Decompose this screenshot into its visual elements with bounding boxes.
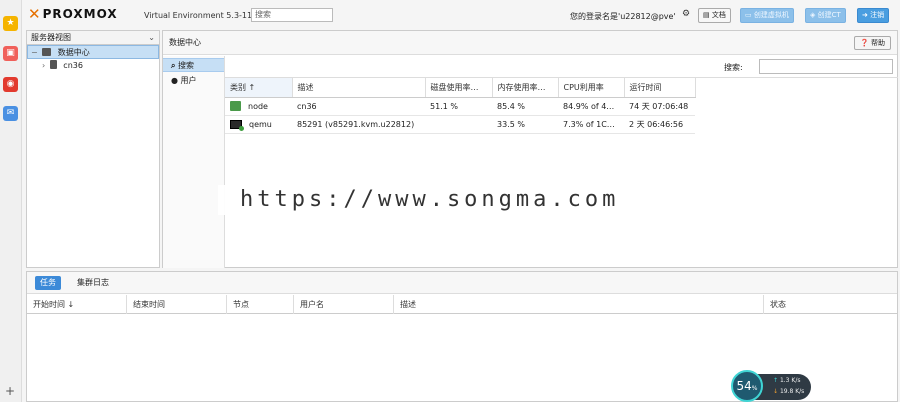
main-panel: 数据中心 ❓ 帮助 ⌕ 搜索 ● 用户 搜索: 类别 ↑ 描述 磁盘使用率… 内… — [162, 30, 898, 268]
search-bar: 搜索: — [225, 56, 898, 78]
column-description[interactable]: 描述 — [292, 78, 426, 98]
cell-cpu: 7.3% of 1C… — [558, 115, 624, 134]
logout-button[interactable]: ➜ 注销 — [857, 8, 890, 23]
usage-unit: % — [751, 385, 758, 392]
cell-type: qemu — [225, 115, 292, 134]
column-disk[interactable]: 磁盘使用率… — [425, 78, 493, 98]
tree-item-node-label: cn36 — [63, 61, 83, 70]
column-username[interactable]: 用户名 — [294, 295, 394, 314]
nav-users[interactable]: ● 用户 — [163, 74, 224, 88]
cell-type-text: node — [248, 102, 268, 111]
datacenter-icon — [42, 48, 52, 56]
top-bar: ✕ PROXMOX Virtual Environment 5.3-11 搜索 … — [24, 4, 898, 26]
cell-type: node — [225, 97, 292, 116]
column-start-time[interactable]: 开始时间 ↓ — [27, 295, 127, 314]
panel-header: 数据中心 ❓ 帮助 — [163, 31, 897, 55]
search-icon: ⌕ — [171, 61, 176, 70]
cell-memory: 85.4 % — [492, 97, 558, 116]
task-table-header: 开始时间 ↓ 结束时间 节点 用户名 描述 状态 — [27, 295, 897, 314]
chevron-down-icon[interactable]: ⌄ — [148, 31, 155, 45]
resource-tree: 服务器视图 ⌄ − 数据中心 › cn36 — [26, 30, 160, 268]
column-cpu[interactable]: CPU利用率 — [558, 78, 625, 98]
proxmox-x-icon: ✕ — [28, 5, 41, 23]
tab-cluster-log[interactable]: 集群日志 — [72, 276, 114, 290]
log-tabs: 任务 集群日志 — [27, 272, 897, 294]
tree-item-datacenter[interactable]: − 数据中心 — [27, 45, 159, 59]
watermark: https://www.songma.com — [218, 185, 672, 215]
node-icon — [230, 101, 241, 111]
cell-memory: 33.5 % — [492, 115, 558, 134]
mail-icon[interactable]: ✉ — [3, 106, 18, 121]
column-uptime[interactable]: 运行时间 — [624, 78, 696, 98]
column-node[interactable]: 节点 — [227, 295, 294, 314]
weibo-icon[interactable]: ◉ — [3, 77, 18, 92]
column-memory[interactable]: 内存使用率… — [492, 78, 559, 98]
tab-tasks[interactable]: 任务 — [35, 276, 61, 290]
cell-type-text: qemu — [249, 119, 272, 129]
create-ct-button[interactable]: ◈ 创建CT — [805, 8, 846, 23]
view-selector[interactable]: 服务器视图 ⌄ — [27, 31, 159, 45]
download-speed: ↓ 19.8 K/s — [773, 388, 804, 395]
version-label: Virtual Environment 5.3-11 — [144, 11, 253, 20]
column-description[interactable]: 描述 — [394, 295, 764, 314]
usage-percent: 54 — [736, 379, 752, 393]
cell-description: 85291 (v85291.kvm.u22812) — [292, 115, 425, 134]
resource-grid: 类别 ↑ 描述 磁盘使用率… 内存使用率… CPU利用率 运行时间 node c… — [225, 78, 696, 134]
tree-item-datacenter-label: 数据中心 — [57, 48, 90, 57]
upload-arrow-icon: ↑ — [773, 377, 779, 384]
create-ct-label: 创建CT — [817, 11, 841, 19]
cell-description: cn36 — [292, 97, 425, 116]
cell-uptime: 2 天 06:46:56 — [624, 115, 695, 134]
cell-uptime: 74 天 07:06:48 — [624, 97, 695, 116]
vm-monitor-icon — [230, 119, 244, 131]
nav-users-label: 用户 — [180, 76, 197, 85]
cell-cpu: 84.9% of 4… — [558, 97, 624, 116]
column-type[interactable]: 类别 ↑ — [225, 78, 293, 98]
proxmox-logo: ✕ PROXMOX — [28, 5, 118, 23]
gear-icon[interactable]: ⚙ — [682, 9, 690, 19]
docs-button[interactable]: ▤ 文档 — [698, 8, 731, 23]
column-status[interactable]: 状态 — [764, 295, 897, 314]
note-icon[interactable]: ▣ — [3, 46, 18, 61]
table-row[interactable]: node cn36 51.1 % 85.4 % 84.9% of 4… 74 天… — [225, 97, 695, 116]
table-row[interactable]: qemu 85291 (v85291.kvm.u22812) 33.5 % 7.… — [225, 115, 695, 134]
create-vm-label: 创建虚拟机 — [753, 11, 789, 19]
user-icon: ● — [171, 76, 178, 85]
expand-icon[interactable]: › — [42, 61, 45, 70]
column-end-time[interactable]: 结束时间 — [127, 295, 227, 314]
app-dock: ★ ▣ ◉ ✉ + — [0, 0, 22, 402]
download-speed-value: 19.8 K/s — [779, 388, 805, 395]
cell-disk — [425, 115, 492, 134]
help-label: 帮助 — [871, 39, 885, 47]
logout-label: 注销 — [870, 11, 885, 19]
top-search-input[interactable]: 搜索 — [251, 8, 333, 22]
collapse-icon[interactable]: − — [31, 48, 38, 57]
sub-navigation: ⌕ 搜索 ● 用户 — [163, 56, 225, 268]
breadcrumb: 数据中心 — [169, 38, 201, 47]
view-selector-label: 服务器视图 — [31, 33, 71, 42]
help-button[interactable]: ❓ 帮助 — [854, 36, 891, 50]
tree-item-node[interactable]: › cn36 — [27, 59, 159, 73]
docs-label: 文档 — [711, 11, 726, 19]
star-icon[interactable]: ★ — [3, 16, 18, 31]
brand-name: PROXMOX — [42, 7, 118, 21]
resource-search-input[interactable] — [759, 59, 893, 74]
create-vm-button[interactable]: ▭ 创建虚拟机 — [740, 8, 794, 23]
server-icon — [49, 60, 57, 69]
network-speed-widget: 54% ↑ 1.3 K/s ↓ 19.8 K/s — [731, 370, 811, 402]
upload-speed-value: 1.3 K/s — [779, 377, 801, 384]
nav-search[interactable]: ⌕ 搜索 — [163, 58, 224, 72]
nav-search-label: 搜索 — [178, 61, 195, 70]
login-info: 您的登录名是'u22812@pve' — [570, 12, 676, 21]
upload-speed: ↑ 1.3 K/s — [773, 377, 800, 384]
search-label: 搜索: — [724, 63, 743, 72]
cell-disk: 51.1 % — [425, 97, 492, 116]
download-arrow-icon: ↓ — [773, 388, 779, 395]
add-icon[interactable]: + — [5, 384, 15, 398]
usage-gauge: 54% — [731, 370, 763, 402]
